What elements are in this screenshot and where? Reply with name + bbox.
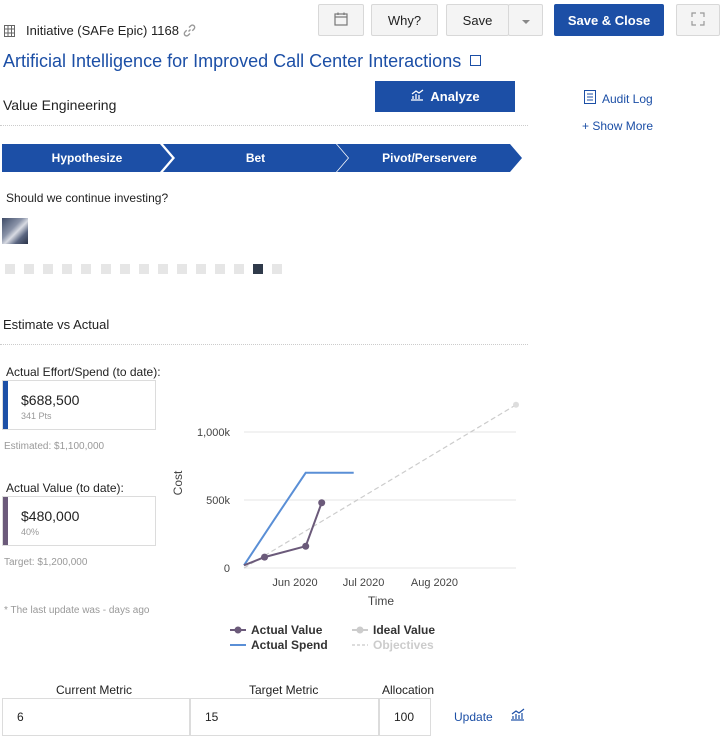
effort-points: 341 Pts: [21, 411, 52, 421]
section-estimate: Estimate vs Actual: [3, 317, 110, 332]
data-point: [302, 542, 310, 550]
stage-label: Pivot/Perservere: [382, 151, 477, 165]
page-title[interactable]: Artificial Intelligence for Improved Cal…: [3, 51, 482, 72]
x-tick-label: Jun 2020: [272, 577, 317, 589]
data-point: [261, 553, 269, 561]
progress-step[interactable]: [272, 264, 283, 274]
show-more-link[interactable]: + Show More: [582, 119, 653, 133]
series-line: [243, 404, 517, 569]
stage-label: Hypothesize: [51, 151, 123, 165]
progress-step[interactable]: [5, 264, 15, 274]
legend-marker: [356, 626, 364, 634]
allocation-input[interactable]: 100: [379, 698, 431, 736]
analyze-button[interactable]: Analyze: [375, 81, 515, 112]
y-tick-label: 0: [224, 563, 230, 575]
series-line: [243, 471, 354, 566]
expand-button[interactable]: [676, 4, 720, 36]
progress-step[interactable]: [119, 264, 130, 274]
avatar[interactable]: [2, 218, 28, 244]
stage-hypothesize[interactable]: Hypothesize: [2, 144, 172, 172]
value-amount: $480,000: [21, 508, 80, 524]
progress-step[interactable]: [215, 264, 226, 274]
progress-step[interactable]: [24, 264, 35, 274]
calendar-icon: [334, 12, 348, 29]
progress-step[interactable]: [157, 264, 168, 274]
x-axis-label: Time: [368, 594, 395, 608]
section-value-engineering: Value Engineering: [3, 97, 117, 113]
target-metric-label: Target Metric: [249, 683, 319, 697]
divider: [0, 125, 528, 126]
y-tick-label: 1,000k: [197, 427, 231, 439]
legend-marker: [234, 626, 242, 634]
stage-bet[interactable]: Bet: [163, 144, 348, 172]
stage-pivot[interactable]: Pivot/Perservere: [337, 144, 522, 172]
value-label: Actual Value (to date):: [6, 481, 124, 495]
value-bar: [3, 497, 8, 545]
save-dropdown-button[interactable]: [508, 4, 543, 36]
value-target: Target: $1,200,000: [4, 557, 88, 568]
calendar-button[interactable]: [318, 4, 364, 36]
progress-step[interactable]: [81, 264, 92, 274]
effort-label: Actual Effort/Spend (to date):: [6, 365, 161, 379]
current-metric-input[interactable]: 6: [2, 698, 190, 736]
progress-step[interactable]: [196, 264, 206, 274]
progress-step[interactable]: [100, 264, 111, 274]
update-button[interactable]: Update: [454, 710, 493, 724]
analyze-label: Analyze: [430, 89, 480, 104]
estimate-chart: 0 500k 1,000k Jun 2020 Jul 2020 Aug 2020 Cost T…: [171, 401, 519, 652]
x-tick-label: Aug 2020: [411, 577, 458, 589]
legend-label: Ideal Value: [373, 623, 435, 637]
audit-log-link[interactable]: Audit Log: [584, 90, 653, 107]
chart-icon: [410, 89, 424, 104]
audit-log-label: Audit Log: [602, 91, 653, 106]
save-close-button[interactable]: Save & Close: [554, 4, 664, 36]
document-icon: [584, 90, 596, 107]
legend-label: Actual Value: [251, 623, 323, 637]
progress-step[interactable]: [43, 264, 54, 274]
stage-label: Bet: [245, 151, 266, 165]
item-type-icon: [4, 24, 15, 37]
edit-square-icon[interactable]: [470, 55, 482, 66]
value-card: $480,000 40%: [2, 496, 156, 546]
effort-bar: [3, 381, 8, 429]
progress-step[interactable]: [234, 264, 245, 274]
why-button[interactable]: Why?: [371, 4, 438, 36]
chart-icon[interactable]: [510, 708, 525, 726]
series-line: [243, 502, 323, 567]
value-percent: 40%: [21, 527, 40, 537]
target-metric-input[interactable]: 15: [190, 698, 379, 736]
data-point: [318, 499, 326, 507]
progress-step[interactable]: [62, 264, 73, 274]
y-axis-label: Cost: [171, 470, 185, 495]
effort-value: $688,500: [21, 392, 80, 408]
current-metric-label: Current Metric: [56, 683, 133, 697]
item-type-label: Initiative (SAFe Epic) 1168: [26, 23, 179, 38]
y-tick-label: 500k: [206, 495, 230, 507]
progress-step[interactable]: [176, 264, 187, 274]
title-text: Artificial Intelligence for Improved Cal…: [3, 51, 462, 71]
legend-label: Actual Spend: [251, 638, 328, 652]
x-tick-label: Jul 2020: [343, 577, 385, 589]
effort-card: $688,500 341 Pts: [2, 380, 156, 430]
link-icon[interactable]: [183, 24, 196, 37]
progress-step[interactable]: [138, 264, 149, 274]
legend-label: Objectives: [373, 638, 434, 652]
allocation-label: Allocation: [382, 683, 435, 697]
expand-icon: [691, 11, 705, 29]
divider: [0, 344, 528, 345]
chevron-down-icon: [521, 13, 531, 28]
last-update-note: * The last update was - days ago: [4, 605, 150, 616]
question-text: Should we continue investing?: [6, 191, 169, 205]
save-button[interactable]: Save: [446, 4, 509, 36]
data-point: [513, 401, 519, 408]
progress-step[interactable]: [253, 264, 264, 274]
effort-estimated: Estimated: $1,100,000: [4, 441, 105, 452]
